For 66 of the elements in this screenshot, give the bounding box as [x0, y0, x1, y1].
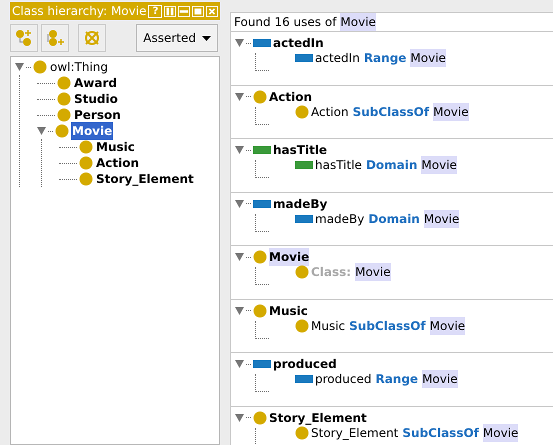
- object-property-icon: [253, 200, 271, 208]
- expand-triangle-icon[interactable]: [235, 200, 244, 208]
- usage-entity[interactable]: Story_Element: [269, 408, 367, 426]
- usage-entity[interactable]: Movie: [269, 248, 310, 266]
- class-icon: [57, 92, 71, 106]
- data-property-icon: [253, 146, 271, 154]
- usage-axiom: madeBy Domain Movie: [315, 210, 460, 228]
- class-icon: [79, 172, 93, 186]
- class-icon: [57, 76, 71, 90]
- tree-item[interactable]: Music: [95, 138, 136, 156]
- tree-item[interactable]: Movie: [71, 122, 114, 140]
- expand-triangle-icon[interactable]: [235, 360, 244, 368]
- tree-item[interactable]: Studio: [73, 90, 119, 108]
- usage-axiom: actedIn Range Movie: [315, 49, 446, 67]
- class-icon: [253, 250, 267, 264]
- expand-triangle-icon[interactable]: [235, 92, 244, 100]
- expand-triangle-icon[interactable]: [235, 39, 244, 47]
- class-icon: [295, 318, 309, 332]
- expand-triangle-icon[interactable]: [235, 146, 244, 154]
- usage-entity[interactable]: produced: [273, 355, 337, 373]
- expand-triangle-icon[interactable]: [37, 127, 46, 135]
- tree-item[interactable]: Person: [73, 106, 122, 124]
- usage-axiom: produced Range Movie: [315, 370, 458, 388]
- class-icon: [33, 60, 47, 74]
- tree-item[interactable]: Story_Element: [95, 170, 195, 188]
- expand-triangle-icon[interactable]: [15, 63, 24, 71]
- class-icon: [253, 90, 267, 104]
- data-property-icon: [295, 161, 313, 169]
- usage-axiom: Class: Movie: [311, 263, 391, 281]
- usage-axiom: Music SubClassOf Movie: [311, 316, 466, 334]
- expand-triangle-icon[interactable]: [235, 414, 244, 422]
- usage-axiom: Story_Element SubClassOf Movie: [311, 424, 518, 442]
- class-icon: [253, 410, 267, 424]
- object-property-icon: [253, 39, 271, 47]
- usage-entity[interactable]: hasTitle: [273, 141, 328, 159]
- usage-entity[interactable]: actedIn: [273, 34, 324, 52]
- add-subclass-icon: [14, 28, 34, 48]
- tree-item[interactable]: Action: [95, 154, 140, 172]
- panel-title: Class hierarchy: Movie: [12, 3, 146, 20]
- add-sibling-icon: [45, 28, 65, 48]
- class-icon: [295, 426, 309, 440]
- tree-item[interactable]: owl:Thing: [49, 58, 110, 76]
- usage-entity[interactable]: madeBy: [273, 194, 328, 212]
- usage-header: Found 16 uses of: [234, 14, 336, 31]
- usage-entity[interactable]: Music: [269, 302, 308, 320]
- caret-icon: [202, 36, 211, 40]
- entity-highlight: Movie: [340, 13, 376, 31]
- class-icon: [79, 140, 93, 154]
- class-icon: [295, 104, 309, 118]
- object-property-icon: [295, 375, 313, 383]
- usage-axiom: hasTitle Domain Movie: [315, 156, 457, 174]
- expand-triangle-icon[interactable]: [235, 306, 244, 314]
- class-icon: [253, 304, 267, 318]
- usage-entity[interactable]: Action: [269, 88, 312, 106]
- class-icon: [79, 156, 93, 170]
- object-property-icon: [295, 54, 313, 62]
- object-property-icon: [295, 214, 313, 222]
- object-property-icon: [253, 360, 271, 368]
- usage-axiom: Action SubClassOf Movie: [311, 102, 469, 120]
- mode-dropdown[interactable]: Asserted: [136, 24, 218, 52]
- class-icon: [295, 265, 309, 279]
- tree-item[interactable]: Award: [73, 74, 118, 92]
- class-icon: [55, 124, 69, 138]
- delete-icon: [83, 29, 101, 47]
- expand-triangle-icon[interactable]: [235, 253, 244, 261]
- class-icon: [57, 108, 71, 122]
